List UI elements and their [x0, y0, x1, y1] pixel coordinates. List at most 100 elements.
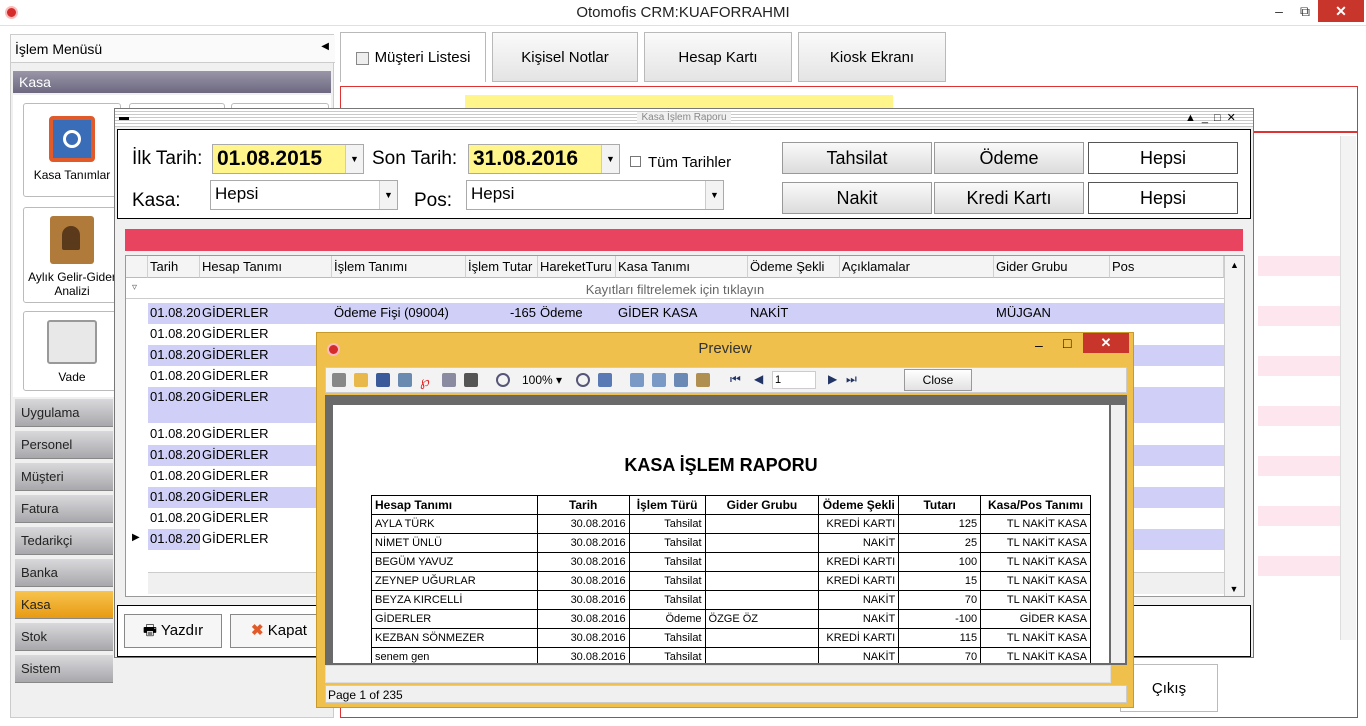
kasa-select[interactable]: Hepsi ▼ [210, 180, 398, 210]
sidebar-section-kasa[interactable]: Kasa [13, 71, 331, 93]
nav-banka[interactable]: Banka [15, 559, 113, 587]
pos-select[interactable]: Hepsi ▼ [466, 180, 724, 210]
odeme-button[interactable]: Ödeme [934, 142, 1084, 174]
page-number-input[interactable]: 1 [772, 371, 816, 389]
col-gider-grubu[interactable]: Gider Grubu [994, 256, 1110, 278]
tile-aylik-gelir-gider[interactable]: Aylık Gelir-Gider Analizi [23, 207, 121, 303]
ilk-tarih-input[interactable]: 01.08.2015 ▼ [212, 144, 364, 174]
nav-tedarikci[interactable]: Tedarikçi [15, 527, 113, 555]
col-odeme-sekli[interactable]: Ödeme Şekli [748, 256, 840, 278]
open-icon[interactable] [354, 373, 368, 387]
grid-scrollbar[interactable]: ▲ ▼ [1224, 256, 1244, 596]
col-islem-tutar[interactable]: İşlem Tutar [466, 256, 538, 278]
kapat-button[interactable]: ✖ Kapat [230, 614, 328, 648]
zoom-select[interactable]: 100% ▾ [522, 373, 562, 387]
col-hareket-turu[interactable]: HareketTuru [538, 256, 616, 278]
print-icon[interactable] [332, 373, 346, 387]
col-kasa-tanimi[interactable]: Kasa Tanımı [616, 256, 748, 278]
rcol-hesap: Hesap Tanımı [371, 495, 538, 515]
tile-label: Aylık Gelir-Gider Analizi [28, 270, 116, 298]
nav-stok[interactable]: Stok [15, 623, 113, 651]
cell-tarih: 01.08.20 [150, 305, 200, 320]
report-row: NİMET ÜNLÜ 30.08.2016 Tahsilat NAKİT 25 TL NA… [371, 533, 1091, 553]
pdf-icon[interactable]: ℘ [420, 373, 434, 389]
tab-hesap-karti[interactable]: Hesap Kartı [644, 32, 792, 82]
fit-page-icon[interactable] [598, 373, 612, 387]
book-icon[interactable] [674, 373, 688, 387]
preview-close-button[interactable]: Close [904, 369, 972, 391]
filter-row[interactable]: ▿ Kayıtları filtrelemek için tıklayın [126, 279, 1224, 299]
next-page-icon[interactable]: ▶ [828, 372, 837, 386]
cell-islem: Ödeme Fişi (09004) [334, 305, 449, 320]
first-page-icon[interactable]: ⏮ [730, 372, 741, 387]
tab-kisisel-notlar[interactable]: Kişisel Notlar [492, 32, 638, 82]
scroll-down-icon: ▼ [1229, 584, 1239, 594]
col-islem-tanimi[interactable]: İşlem Tanımı [332, 256, 466, 278]
collapse-arrow-icon[interactable]: ◀ [321, 41, 329, 52]
export-icon[interactable] [398, 373, 412, 387]
nav-uygulama[interactable]: Uygulama [15, 399, 113, 427]
single-page-icon[interactable] [630, 373, 644, 387]
edit-icon[interactable] [696, 373, 710, 387]
dropdown-arrow-icon[interactable]: ▼ [705, 181, 723, 209]
cell-hesap: GİDERLER [202, 305, 269, 320]
kredi-karti-button[interactable]: Kredi Kartı [934, 182, 1084, 214]
preview-minimize-icon[interactable]: – [1035, 337, 1043, 353]
close-icon[interactable]: ✕ [1318, 0, 1364, 22]
report-row: senem gen 30.08.2016 Tahsilat NAKİT 70 TL NAK… [371, 647, 1091, 663]
tile-kasa-tanimlar[interactable]: Kasa Tanımlar [23, 103, 121, 197]
tile-vade[interactable]: Vade [23, 311, 121, 391]
report-title: KASA İŞLEM RAPORU [624, 455, 818, 475]
col-tarih[interactable]: Tarih [148, 256, 200, 278]
preview-close-icon[interactable]: ✕ [1083, 333, 1129, 353]
dropdown-arrow-icon[interactable]: ▼ [379, 181, 397, 209]
preview-maximize-icon[interactable]: □ [1063, 335, 1071, 351]
tab-kiosk-ekrani[interactable]: Kiosk Ekranı [798, 32, 946, 82]
sidebar-header: İşlem Menüsü ◀ [11, 35, 335, 63]
save-icon[interactable] [376, 373, 390, 387]
yazdir-button[interactable]: 🖶 Yazdır [124, 614, 222, 648]
nav-fatura[interactable]: Fatura [15, 495, 113, 523]
table-row[interactable]: 01.08.20 GİDERLER Ödeme Fişi (09004) -16… [148, 303, 1224, 324]
preview-hscroll[interactable] [325, 665, 1111, 683]
exit-button[interactable]: Çıkış [1120, 664, 1218, 712]
prev-page-icon[interactable]: ◀ [754, 372, 763, 386]
dropdown-arrow-icon[interactable]: ▼ [345, 145, 363, 173]
multi-page-icon[interactable] [652, 373, 666, 387]
rcol-odeme: Ödeme Şekli [818, 495, 900, 515]
rcol-tutar: Tutarı [898, 495, 982, 515]
bg-row [1258, 406, 1340, 426]
col-hesap-tanimi[interactable]: Hesap Tanımı [200, 256, 332, 278]
safe-icon [49, 116, 95, 162]
filter-icon: ▿ [132, 282, 138, 293]
tum-tarihler-checkbox[interactable] [630, 156, 641, 167]
app-title-bar: Otomofis CRM:KUAFORRAHMI – ⧉ ✕ [0, 0, 1366, 26]
send-icon[interactable] [442, 373, 456, 387]
preview-vscroll[interactable] [1111, 405, 1125, 663]
zoom-in-icon[interactable] [496, 373, 510, 387]
report-table: Hesap Tanımı Tarih İşlem Türü Gider Grub… [371, 495, 1091, 663]
tab-musteri-listesi[interactable]: Müşteri Listesi [340, 32, 486, 82]
hepsi-hareket-button[interactable]: Hepsi [1088, 142, 1238, 174]
nakit-button[interactable]: Nakit [782, 182, 932, 214]
nav-sistem[interactable]: Sistem [15, 655, 113, 683]
window-menu-icon[interactable]: ▬ [119, 112, 129, 123]
col-aciklamalar[interactable]: Açıklamalar [840, 256, 994, 278]
bg-scrollbar[interactable] [1340, 136, 1356, 640]
last-page-icon[interactable]: ⏭ [846, 372, 857, 387]
restore-icon[interactable]: ⧉ [1296, 0, 1314, 22]
zoom-out-icon[interactable] [576, 373, 590, 387]
find-icon[interactable] [464, 373, 478, 387]
minimize-icon[interactable]: – [1270, 0, 1288, 22]
son-tarih-input[interactable]: 31.08.2016 ▼ [468, 144, 620, 174]
tahsilat-button[interactable]: Tahsilat [782, 142, 932, 174]
dropdown-arrow-icon[interactable]: ▼ [601, 145, 619, 173]
nav-kasa[interactable]: Kasa [15, 591, 113, 619]
col-pos[interactable]: Pos [1110, 256, 1224, 278]
hepsi-odeme-button[interactable]: Hepsi [1088, 182, 1238, 214]
preview-toolbar: ℘ 100% ▾ ⏮ ◀ 1 ▶ ⏭ Close [325, 367, 1127, 393]
rcol-kasa: Kasa/Pos Tanımı [980, 495, 1091, 515]
nav-personel[interactable]: Personel [15, 431, 113, 459]
nav-musteri[interactable]: Müşteri [15, 463, 113, 491]
window-controls[interactable]: ▲_□✕ [1185, 111, 1242, 124]
